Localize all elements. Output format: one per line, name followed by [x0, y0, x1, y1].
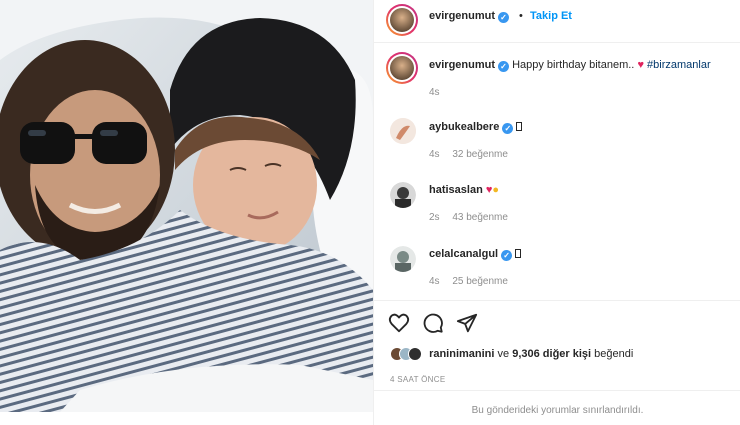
hand-emoji-icon: ● — [492, 184, 500, 196]
unknown-emoji-icon — [515, 249, 522, 258]
comment-avatar[interactable] — [390, 182, 416, 208]
like-heart-icon[interactable] — [388, 312, 410, 334]
liker-avatar[interactable] — [408, 347, 422, 361]
caption-time[interactable]: 4s — [429, 87, 440, 98]
author-username[interactable]: evirgenumut ✓ — [429, 10, 510, 23]
comment-likes[interactable]: 32 beğenme — [452, 149, 508, 160]
comment-time[interactable]: 2s — [429, 212, 440, 223]
caption-meta: 4s — [429, 87, 450, 98]
comments-restricted-notice: Bu gönderideki yorumlar sınırlandırıldı. — [471, 405, 644, 416]
comment-2: hatisaslan ♥● — [429, 184, 499, 196]
heart-emoji-icon: ♥ — [637, 59, 644, 71]
comment-username[interactable]: celalcanalgul — [429, 248, 498, 260]
likes-suffix: beğendi — [594, 348, 634, 360]
comment-likes[interactable]: 25 beğenme — [452, 276, 508, 287]
likes-connector: ve — [497, 348, 510, 360]
comment-avatar-image — [390, 118, 416, 144]
comment-1: aybukealbere ✓ — [429, 121, 523, 134]
post-photo-image — [0, 0, 373, 412]
comment-time[interactable]: 4s — [429, 149, 440, 160]
verified-badge-icon: ✓ — [498, 61, 510, 72]
unknown-emoji-icon — [516, 122, 523, 131]
footer-divider — [374, 390, 740, 391]
comment-meta: 2s 43 beğenme — [429, 212, 518, 223]
comment-username[interactable]: aybukealbere — [429, 121, 499, 133]
comment-3: celalcanalgul ✓ — [429, 248, 522, 261]
verified-badge-icon: ✓ — [502, 123, 514, 134]
photo-bottom-strip — [0, 412, 373, 425]
caption-author-avatar[interactable] — [386, 52, 418, 84]
comment-meta: 4s 32 beğenme — [429, 149, 518, 160]
verified-badge-icon: ✓ — [498, 12, 510, 23]
caption-username[interactable]: evirgenumut — [429, 59, 495, 71]
first-liker-name[interactable]: raninimanini — [429, 348, 494, 360]
comment-bubble-icon[interactable] — [422, 312, 444, 334]
author-username-text[interactable]: evirgenumut — [429, 10, 495, 22]
likes-text: raninimanini ve 9,306 diğer kişi beğendi — [429, 348, 633, 360]
verified-badge-icon: ✓ — [501, 250, 513, 261]
comment-likes[interactable]: 43 beğenme — [452, 212, 508, 223]
comment-avatar[interactable] — [390, 118, 416, 144]
likes-count[interactable]: 9,306 diğer kişi — [512, 348, 591, 360]
post-timestamp[interactable]: 4 SAAT ÖNCE — [390, 375, 445, 384]
actions-divider — [374, 300, 740, 301]
separator-dot: • — [519, 10, 523, 22]
post-photo — [0, 0, 373, 412]
author-avatar[interactable] — [386, 4, 418, 36]
post-header: evirgenumut ✓ • Takip Et — [374, 0, 740, 43]
post-side-panel: evirgenumut ✓ • Takip Et evirgenumut ✓ Hap… — [373, 0, 740, 425]
caption-hashtag[interactable]: #birzamanlar — [647, 59, 711, 71]
comment-meta: 4s 25 beğenme — [429, 276, 518, 287]
comment-time[interactable]: 4s — [429, 276, 440, 287]
follow-button[interactable]: Takip Et — [530, 10, 572, 22]
comment-avatar[interactable] — [390, 246, 416, 272]
caption-text: Happy birthday bitanem.. — [512, 59, 635, 71]
share-paper-plane-icon[interactable] — [456, 312, 478, 334]
likes-summary: raninimanini ve 9,306 diğer kişi beğendi — [390, 347, 633, 365]
caption: evirgenumut ✓ Happy birthday bitanem.. ♥ … — [429, 59, 711, 72]
comment-avatar-image — [390, 246, 416, 272]
comment-username[interactable]: hatisaslan — [429, 184, 483, 196]
comment-avatar-image — [390, 182, 416, 208]
